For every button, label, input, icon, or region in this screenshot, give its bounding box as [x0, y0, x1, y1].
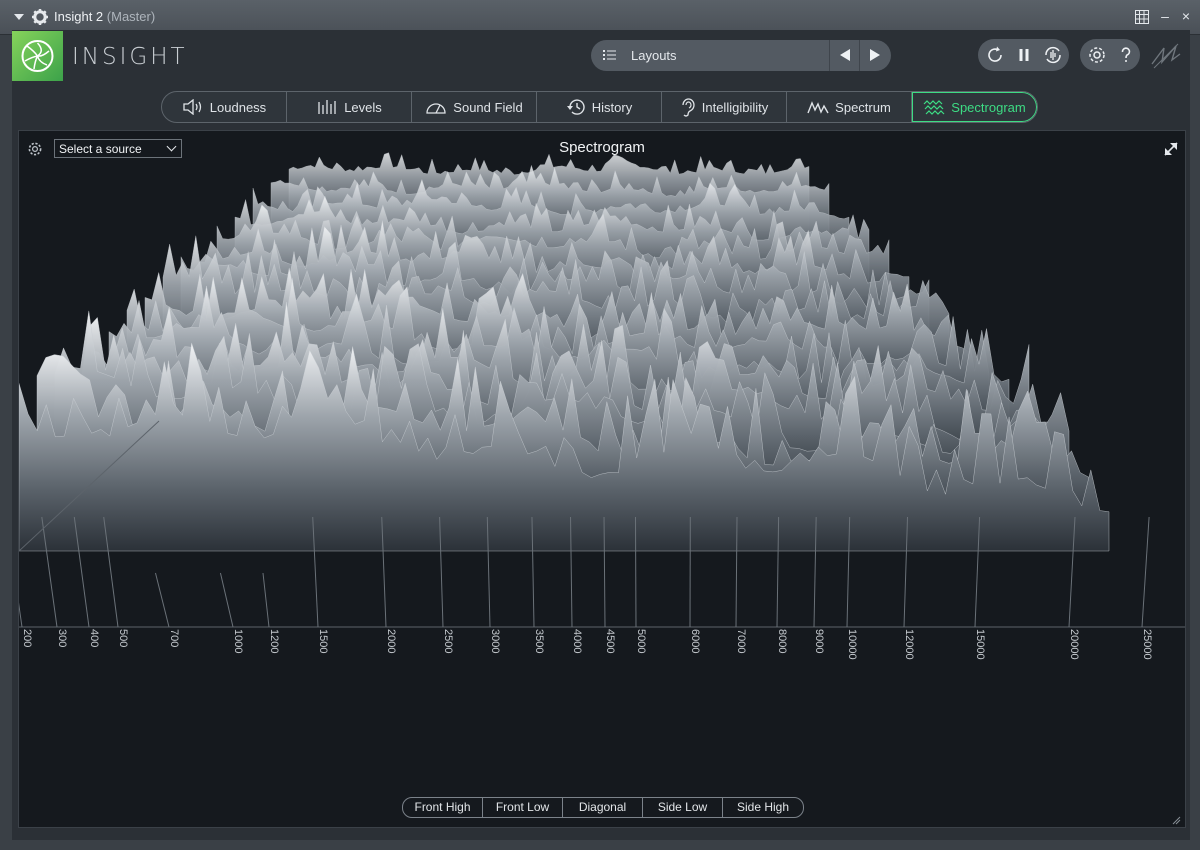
spectrogram-canvas[interactable]: Select a source Spectrogram 200 300 400 500… [18, 130, 1186, 828]
question-icon [1121, 47, 1131, 62]
frequency-tick-label: 3000 [489, 629, 501, 654]
tab-sound-field[interactable]: Sound Field [412, 92, 537, 122]
frequency-tick-label: 1500 [317, 629, 329, 654]
triangle-left-icon [840, 49, 850, 61]
layouts-bar[interactable]: Layouts [591, 40, 891, 71]
frequency-tick [634, 516, 637, 628]
expand-icon[interactable] [1163, 141, 1179, 157]
frequency-tick-label: 3500 [533, 629, 545, 654]
frequency-tick-label: 500 [117, 629, 129, 648]
brand-title: INSIGHT [72, 44, 188, 70]
ear-icon [682, 98, 695, 117]
help-button[interactable] [1111, 39, 1141, 71]
frequency-tick-label: 6000 [689, 629, 701, 654]
capture-loop-icon [1045, 46, 1061, 64]
tab-label: Intelligibility [701, 99, 769, 115]
frequency-tick-label: 15000 [974, 629, 986, 660]
spectrogram-3d-plot [19, 152, 1185, 628]
frequency-tick [219, 572, 234, 628]
plugin-header: INSIGHT Layouts [12, 30, 1190, 82]
frequency-tick-label: 7000 [735, 629, 747, 654]
frequency-tick-label: 25000 [1141, 629, 1153, 660]
grid-icon[interactable] [1135, 10, 1149, 24]
tab-levels[interactable]: Levels [287, 92, 412, 122]
spectrogram-icon [923, 100, 945, 115]
frequency-tick [1141, 516, 1150, 628]
frequency-tick [155, 572, 170, 628]
tab-intelligibility[interactable]: Intelligibility [662, 92, 787, 122]
view-mode-side-high-button[interactable]: Side High [723, 798, 803, 817]
settings-button[interactable] [1082, 39, 1112, 71]
frequency-tick-label: 4500 [604, 629, 616, 654]
reset-button[interactable] [980, 39, 1010, 71]
spectrogram-surface [19, 152, 1110, 552]
tab-loudness[interactable]: Loudness [162, 92, 287, 122]
gear-icon[interactable] [31, 8, 49, 26]
window-title-suffix: (Master) [106, 9, 156, 24]
utility-group [1080, 39, 1140, 71]
frequency-tick-label: 1000 [232, 629, 244, 654]
frequency-tick-label: 20000 [1068, 629, 1080, 660]
history-icon [566, 99, 585, 115]
list-icon [603, 50, 616, 60]
minimize-button[interactable]: – [1155, 6, 1175, 26]
tab-history[interactable]: History [537, 92, 662, 122]
tab-spectrum[interactable]: Spectrum [787, 92, 912, 122]
izotope-logo [12, 31, 63, 81]
view-mode-selector: Front High Front Low Diagonal Side Low Side … [402, 797, 804, 818]
layouts-label: Layouts [631, 48, 677, 63]
settings-gear-icon [1089, 47, 1105, 63]
speaker-icon [183, 99, 201, 115]
tab-label: Spectrogram [951, 99, 1026, 115]
frequency-tick-label: 8000 [776, 629, 788, 654]
izotope-signature-icon[interactable] [1150, 42, 1182, 70]
pause-button[interactable] [1009, 39, 1039, 71]
triangle-right-icon [870, 49, 880, 61]
levels-icon [318, 100, 336, 114]
window-menu-arrow-icon[interactable] [14, 14, 24, 20]
refresh-icon [988, 46, 1002, 62]
view-mode-front-high-button[interactable]: Front High [403, 798, 483, 817]
view-mode-side-low-button[interactable]: Side Low [643, 798, 723, 817]
frequency-tick [262, 572, 270, 628]
frequency-tick-label: 9000 [813, 629, 825, 654]
next-layout-button[interactable] [859, 40, 890, 71]
frequency-tick-label: 4000 [571, 629, 583, 654]
frequency-tick-label: 400 [88, 629, 100, 648]
frequency-tick-label: 300 [56, 629, 68, 648]
spectrum-icon [807, 101, 829, 114]
previous-layout-button[interactable] [829, 40, 860, 71]
view-mode-front-low-button[interactable]: Front Low [483, 798, 563, 817]
frequency-tick-label: 200 [21, 629, 33, 648]
frequency-tick-label: 12000 [903, 629, 915, 660]
pause-icon [1019, 49, 1029, 61]
capture-button[interactable] [1038, 39, 1068, 71]
tab-label: Sound Field [453, 99, 523, 115]
transport-group [978, 39, 1069, 71]
frequency-tick-label: 700 [168, 629, 180, 648]
frequency-tick-label: 2000 [385, 629, 397, 654]
window-title: Insight 2 (Master) [54, 9, 156, 24]
frequency-tick-label: 1200 [268, 629, 280, 654]
tab-label: Loudness [209, 99, 267, 115]
frequency-tick-label: 5000 [635, 629, 647, 654]
spectrogram-panel: Select a source Spectrogram 200 300 400 500… [12, 128, 1190, 840]
resize-grip-icon[interactable] [1171, 815, 1181, 825]
tab-label: Levels [344, 99, 382, 115]
frequency-tick-label: 10000 [846, 629, 858, 660]
tab-spectrogram[interactable]: Spectrogram [912, 92, 1037, 122]
frequency-tick-label: 2500 [442, 629, 454, 654]
tab-label: History [591, 99, 633, 115]
tab-label: Spectrum [835, 99, 891, 115]
meter-tabs: Loudness Levels Sound Field History Inte… [161, 91, 1038, 123]
view-title: Spectrogram [559, 139, 645, 156]
view-mode-diagonal-button[interactable]: Diagonal [563, 798, 643, 817]
close-button[interactable]: × [1176, 6, 1196, 26]
sound-field-icon [426, 103, 446, 114]
tab-bar: Loudness Levels Sound Field History Inte… [12, 82, 1190, 128]
